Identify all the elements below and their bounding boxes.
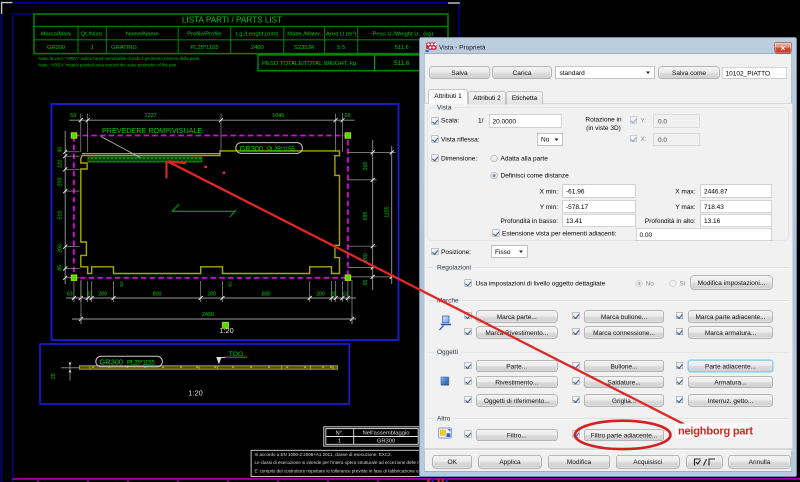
svg-text:120: 120 bbox=[58, 159, 64, 168]
svg-text:800: 800 bbox=[262, 291, 271, 297]
svg-text:PL25*1155: PL25*1155 bbox=[190, 45, 218, 51]
svg-text:511.6: 511.6 bbox=[394, 60, 410, 67]
svg-text:511.6: 511.6 bbox=[395, 45, 409, 51]
svg-text:200: 200 bbox=[207, 291, 216, 297]
svg-text:Nota: la voce "AREA" indica l: Nota: la voce "AREA" indica l'area verni… bbox=[39, 56, 201, 61]
svg-text:62: 62 bbox=[227, 281, 233, 287]
svg-text:510: 510 bbox=[58, 211, 64, 220]
svg-text:PL25*1155: PL25*1155 bbox=[127, 360, 155, 367]
svg-text:200: 200 bbox=[98, 291, 107, 297]
svg-text:GR300: GR300 bbox=[47, 45, 65, 51]
svg-text:Le classi di esecuzione si int: Le classi di esecuzione si intende per l… bbox=[255, 460, 435, 465]
svg-text:1227: 1227 bbox=[145, 113, 157, 119]
svg-text:62: 62 bbox=[343, 291, 349, 297]
svg-text:Note: "AREA" means painted: Note: "AREA" means painted area around t… bbox=[39, 63, 178, 68]
svg-text:2400: 2400 bbox=[202, 312, 214, 318]
svg-text:S235JR: S235JR bbox=[294, 45, 315, 51]
svg-text:E' compito del costruttore ris: E' compito del costruttore rispettare le… bbox=[255, 469, 438, 474]
svg-text:Area U.(m²): Area U.(m²) bbox=[326, 32, 356, 38]
svg-text:GR300: GR300 bbox=[240, 144, 263, 153]
svg-text:1: 1 bbox=[91, 45, 94, 51]
svg-text:GR300: GR300 bbox=[377, 438, 395, 444]
svg-text:Nell'assemblaggio: Nell'assemblaggio bbox=[363, 430, 410, 436]
svg-text:800: 800 bbox=[153, 291, 162, 297]
svg-text:1: 1 bbox=[338, 438, 341, 444]
svg-text:85: 85 bbox=[58, 265, 64, 271]
svg-text:TOG: TOG bbox=[229, 351, 244, 358]
svg-text:PESO TOTALE/TOTAL WEIGHT, kg: PESO TOTALE/TOTAL WEIGHT, kg bbox=[262, 61, 356, 67]
svg-text:200: 200 bbox=[58, 244, 64, 253]
svg-text:Mater./Mater.: Mater./Mater. bbox=[287, 32, 321, 38]
svg-text:63: 63 bbox=[70, 113, 76, 119]
svg-text:Marca/Mark: Marca/Mark bbox=[41, 32, 72, 38]
svg-text:2400: 2400 bbox=[251, 45, 264, 51]
svg-text:38: 38 bbox=[331, 291, 337, 297]
svg-text:1155: 1155 bbox=[384, 206, 390, 217]
svg-text:65: 65 bbox=[345, 113, 351, 119]
svg-text:63: 63 bbox=[67, 291, 73, 297]
svg-text:Qt./Num.: Qt./Num. bbox=[81, 32, 105, 38]
svg-text:40: 40 bbox=[58, 147, 64, 153]
svg-text:Profilo/Profile: Profilo/Profile bbox=[187, 32, 221, 38]
svg-text:200: 200 bbox=[58, 178, 64, 187]
svg-text:GR300: GR300 bbox=[100, 358, 123, 367]
svg-text:1:20: 1:20 bbox=[188, 389, 202, 398]
svg-text:5.5: 5.5 bbox=[337, 45, 345, 51]
svg-text:In accordo a EN 1090-2:2008+A1: In accordo a EN 1090-2:2008+A1 2011, cla… bbox=[255, 452, 392, 457]
svg-text:695: 695 bbox=[363, 212, 369, 221]
svg-text:200: 200 bbox=[363, 253, 369, 262]
svg-text:62: 62 bbox=[119, 281, 125, 287]
svg-text:N°.: N°. bbox=[335, 430, 344, 436]
svg-text:1:20: 1:20 bbox=[219, 326, 233, 335]
svg-text:GRATING: GRATING bbox=[111, 45, 137, 51]
svg-text:Lg./Lenght,(mm): Lg./Lenght,(mm) bbox=[236, 32, 279, 38]
svg-text:265: 265 bbox=[363, 162, 369, 171]
svg-text:Nome/Name: Nome/Name bbox=[126, 32, 159, 38]
svg-text:PREVEDERE ROMPIVISUALE: PREVEDERE ROMPIVISUALE bbox=[102, 126, 202, 135]
svg-text:PL25*1155: PL25*1155 bbox=[267, 146, 295, 153]
svg-text:25: 25 bbox=[51, 373, 57, 379]
svg-text:200: 200 bbox=[316, 291, 325, 297]
svg-text:LISTA PARTI / PARTS LIST: LISTA PARTI / PARTS LIST bbox=[182, 15, 282, 24]
svg-text:95: 95 bbox=[363, 280, 369, 286]
svg-text:37: 37 bbox=[87, 291, 93, 297]
svg-text:1046: 1046 bbox=[272, 113, 284, 119]
